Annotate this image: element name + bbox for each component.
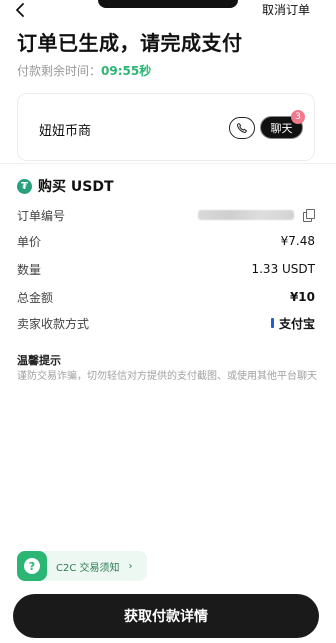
cancel-order-button[interactable]: 取消订单 [262, 1, 310, 18]
get-payment-details-button[interactable]: 获取付款详情 [13, 594, 319, 638]
quantity-row: 数量 1.33 USDT [17, 260, 315, 278]
product-header: ₮ 购买 USDT [17, 177, 114, 195]
phone-icon [236, 123, 247, 133]
unit-price-label: 单价 [17, 234, 42, 249]
total-label: 总金额 [17, 290, 54, 305]
c2c-guide-label: C2C 交易须知 [56, 562, 120, 574]
device-notch [98, 0, 238, 8]
payment-method-label: 卖家收款方式 [17, 316, 90, 331]
tips-title: 温馨提示 [17, 354, 61, 367]
order-number-row: 订单编号 [17, 206, 315, 224]
copy-icon[interactable] [303, 209, 315, 222]
quantity-value: 1.33 USDT [251, 262, 315, 276]
c2c-guide-link[interactable]: ? C2C 交易须知 › [17, 551, 147, 581]
help-icon-glyph: ? [24, 558, 40, 574]
unit-price-value: ¥7.48 [280, 234, 315, 248]
countdown-label: 付款剩余时间： [17, 64, 102, 78]
merchant-name[interactable]: 妞妞币商 [39, 120, 91, 139]
chevron-right-icon: › [128, 560, 133, 572]
section-divider [0, 163, 336, 164]
total-value: ¥10 [289, 290, 315, 304]
order-payment-screen: 取消订单 订单已生成，请完成支付 付款剩余时间：09:55秒 妞妞币商 聊天 3… [0, 0, 336, 643]
payment-countdown: 付款剩余时间：09:55秒 [17, 62, 151, 79]
quantity-label: 数量 [17, 262, 42, 277]
usdt-icon: ₮ [17, 178, 32, 194]
back-button[interactable] [10, 1, 30, 19]
alipay-marker [270, 318, 274, 328]
product-title: 购买 USDT [38, 179, 114, 195]
unit-price-row: 单价 ¥7.48 [17, 232, 315, 250]
countdown-time: 09:55秒 [101, 64, 152, 78]
help-icon: ? [17, 551, 47, 581]
chevron-left-icon [16, 3, 24, 17]
unread-badge: 3 [291, 110, 305, 124]
page-title: 订单已生成，请完成支付 [17, 31, 243, 55]
payment-method-row: 卖家收款方式 支付宝 [17, 314, 315, 332]
order-number-value [198, 209, 315, 222]
merchant-card: 妞妞币商 聊天 3 [17, 93, 315, 161]
tips-body: 谨防交易诈骗，切勿轻信对方提供的支付截图、或使用其他平台聊天 [17, 371, 317, 382]
total-row: 总金额 ¥10 [17, 288, 315, 306]
call-merchant-button[interactable] [229, 117, 255, 139]
payment-method-name: 支付宝 [278, 316, 315, 331]
order-number-label: 订单编号 [17, 208, 66, 223]
order-number-masked [198, 210, 294, 220]
payment-method-value: 支付宝 [270, 315, 315, 332]
